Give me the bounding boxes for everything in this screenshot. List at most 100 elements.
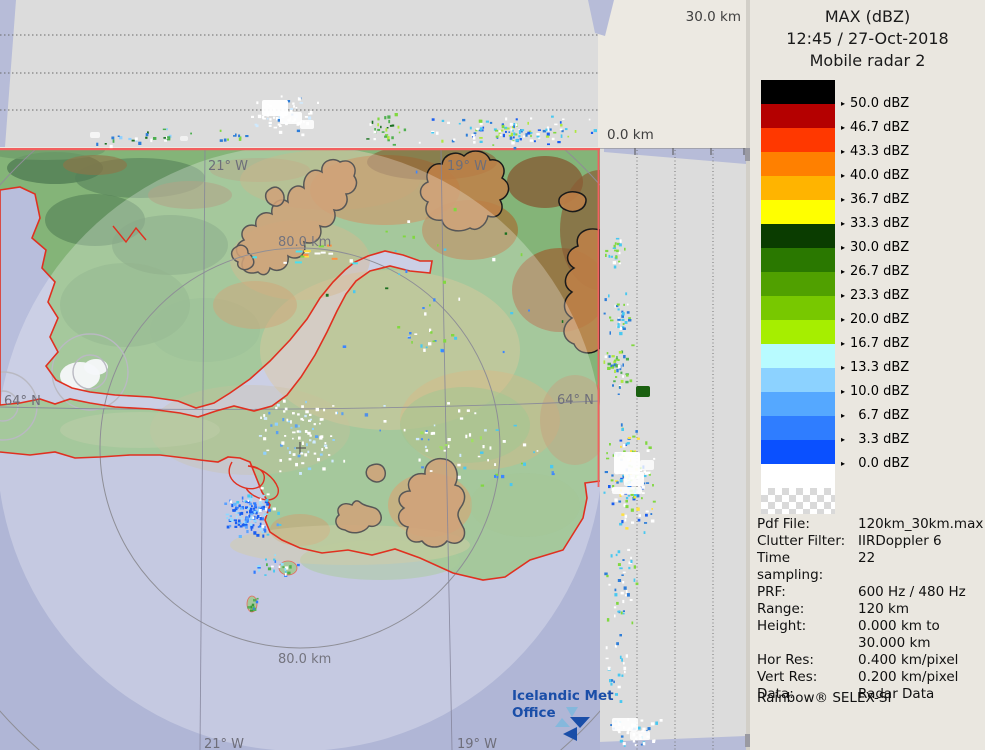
legend-value-label: ▸30.0 dBZ [841, 239, 909, 255]
echo-pixel [282, 418, 284, 421]
echo-pixel [384, 136, 387, 138]
echo-pixel [241, 512, 243, 515]
legend-value-label: ▸20.0 dBZ [841, 311, 909, 327]
echo-blob [640, 460, 654, 470]
echo-pixel [505, 232, 507, 234]
echo-pixel [620, 656, 622, 659]
echo-blob [630, 731, 650, 740]
echo-pixel [501, 130, 503, 132]
echo-pixel [262, 508, 265, 510]
metadata-value: 120 km [858, 601, 909, 618]
echo-pixel [490, 122, 492, 124]
metadata-value: 0.400 km/pixel [858, 652, 958, 669]
echo-pixel [235, 512, 237, 514]
echo-pixel [474, 412, 476, 414]
echo-pixel [332, 439, 335, 441]
echo-pixel [510, 312, 513, 314]
echo-pixel [258, 115, 261, 118]
echo-pixel [620, 740, 623, 743]
echo-pixel [398, 273, 400, 275]
echo-pixel [332, 405, 334, 407]
echo-pixel [259, 525, 261, 527]
echo-pixel [480, 436, 482, 439]
echo-pixel [353, 290, 356, 293]
echo-pixel [366, 138, 369, 140]
echo-pixel [259, 509, 262, 512]
echo-pixel [276, 431, 279, 434]
echo-pixel [391, 136, 394, 139]
echo-pixel [253, 599, 256, 601]
legend-color-swatch [761, 128, 835, 152]
echo-pixel [631, 522, 634, 524]
echo-pixel [330, 435, 332, 437]
echo-pixel [426, 347, 428, 349]
metadata-value: IIRDoppler 6 [858, 533, 942, 550]
echo-pixel [611, 554, 613, 557]
echo-pixel [245, 506, 248, 508]
metadata-value: 120km_30km.max [858, 516, 983, 533]
echo-pixel [257, 567, 260, 569]
echo-pixel [614, 606, 616, 608]
echo-pixel [285, 573, 287, 576]
echo-pixel [287, 447, 289, 449]
echo-pixel [626, 654, 628, 657]
echo-pixel [621, 428, 624, 431]
legend-value-label: ▸10.0 dBZ [841, 383, 909, 399]
echo-pixel [250, 498, 253, 501]
echo-pixel [519, 130, 521, 133]
echo-pixel [235, 521, 237, 524]
echo-pixel [297, 413, 300, 415]
echo-pixel [606, 452, 608, 454]
echo-pixel [317, 458, 320, 461]
echo-pixel [622, 600, 624, 603]
echo-pixel [514, 425, 517, 427]
echo-pixel [647, 449, 650, 452]
echo-pixel [621, 423, 623, 426]
echo-pixel [512, 130, 514, 132]
echo-pixel [634, 579, 636, 582]
legend-value-label: ▸40.0 dBZ [841, 167, 909, 183]
radar-map-display[interactable]: 30.0 km0.0 km21° W19° W21° W19° W64° N64… [0, 0, 750, 750]
echo-pixel [253, 502, 256, 504]
echo-pixel [459, 454, 461, 457]
echo-pixel [523, 443, 526, 446]
echo-pixel [530, 139, 533, 141]
echo-pixel [320, 418, 323, 421]
echo-pixel [618, 674, 621, 677]
echo-pixel [611, 679, 613, 682]
echo-pixel [490, 446, 492, 449]
legend-arrow-icon: ▸ [841, 147, 845, 156]
echo-pixel [486, 121, 489, 123]
echo-blob [624, 472, 644, 486]
legend-color-swatch [761, 272, 835, 296]
echo-pixel [262, 525, 265, 528]
echo-pixel [510, 137, 513, 140]
echo-pixel [457, 464, 460, 467]
echo-pixel [642, 492, 645, 494]
echo-pixel [616, 369, 618, 372]
echo-pixel [618, 365, 621, 369]
legend-color-swatch [761, 296, 835, 320]
echo-pixel [618, 550, 621, 553]
echo-pixel [605, 254, 607, 257]
echo-pixel [451, 334, 454, 337]
echo-pixel [409, 332, 411, 334]
echo-pixel [648, 727, 651, 730]
echo-pixel [384, 116, 386, 119]
map-label: 19° W [447, 159, 487, 174]
echo-pixel [648, 472, 651, 475]
echo-pixel [495, 130, 498, 132]
echo-pixel [613, 248, 616, 250]
echo-pixel [613, 681, 615, 684]
echo-pixel [234, 526, 237, 528]
echo-pixel [618, 731, 621, 733]
legend-color-swatch [761, 224, 835, 248]
legend-arrow-icon: ▸ [841, 123, 845, 132]
echo-pixel [233, 503, 237, 506]
legend-color-swatch [761, 416, 835, 440]
echo-pixel [283, 400, 286, 403]
echo-pixel [407, 220, 410, 223]
echo-pixel [608, 363, 612, 366]
echo-pixel [497, 476, 499, 478]
echo-pixel [321, 252, 326, 254]
